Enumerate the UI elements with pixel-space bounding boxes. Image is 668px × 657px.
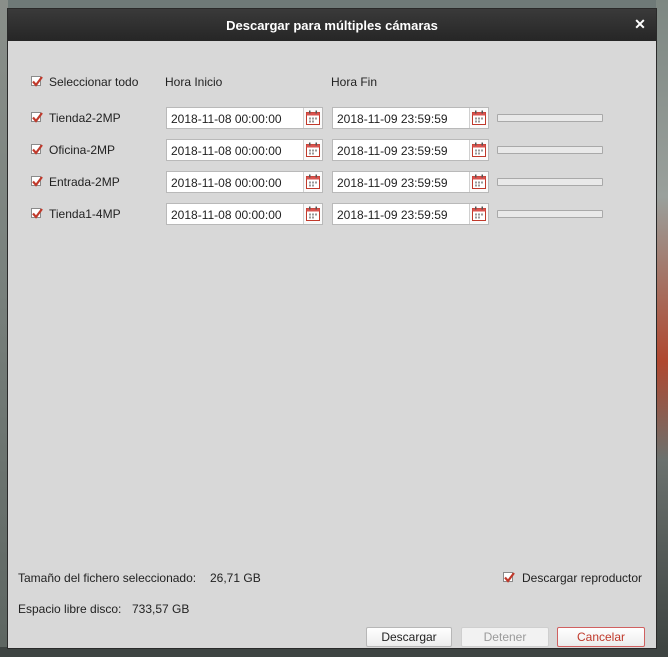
download-progress-bar <box>497 114 603 122</box>
download-progress-bar <box>497 146 603 154</box>
end-time-value: 2018-11-09 23:59:59 <box>337 208 448 222</box>
check-icon <box>32 112 43 123</box>
calendar-icon <box>306 110 320 125</box>
camera-checkbox[interactable] <box>31 112 43 123</box>
start-calendar-button[interactable] <box>303 204 322 224</box>
start-time-header: Hora Inicio <box>165 75 223 89</box>
calendar-icon <box>472 142 486 157</box>
background-bottom <box>0 647 668 657</box>
start-time-field[interactable]: 2018-11-08 00:00:00 <box>166 203 323 225</box>
camera-name: Tienda2-2MP <box>49 111 121 125</box>
cancel-button[interactable]: Cancelar <box>557 627 645 647</box>
check-icon <box>32 144 43 155</box>
camera-checkbox[interactable] <box>31 208 43 219</box>
download-button[interactable]: Descargar <box>366 627 452 647</box>
calendar-icon <box>472 174 486 189</box>
calendar-icon <box>472 206 486 221</box>
end-calendar-button[interactable] <box>469 204 488 224</box>
start-calendar-button[interactable] <box>303 140 322 160</box>
dialog-title: Descargar para múltiples cámaras <box>226 17 438 33</box>
select-all-label: Seleccionar todo <box>49 75 139 89</box>
check-icon <box>32 208 43 219</box>
camera-name: Oficina-2MP <box>49 143 116 157</box>
end-time-field[interactable]: 2018-11-09 23:59:59 <box>332 203 489 225</box>
download-dialog: Descargar para múltiples cámaras ✕ Selec… <box>8 9 656 648</box>
start-time-field[interactable]: 2018-11-08 00:00:00 <box>166 171 323 193</box>
file-size-value: 26,71 GB <box>210 571 261 585</box>
start-time-value: 2018-11-08 00:00:00 <box>171 208 282 222</box>
calendar-icon <box>472 110 486 125</box>
end-calendar-button[interactable] <box>469 108 488 128</box>
end-time-value: 2018-11-09 23:59:59 <box>337 112 448 126</box>
end-time-field[interactable]: 2018-11-09 23:59:59 <box>332 139 489 161</box>
camera-name: Entrada-2MP <box>49 175 120 189</box>
camera-checkbox[interactable] <box>31 144 43 155</box>
end-calendar-button[interactable] <box>469 140 488 160</box>
close-icon[interactable]: ✕ <box>633 17 647 31</box>
end-time-header: Hora Fin <box>331 75 378 89</box>
dialog-body: Seleccionar todo Hora Inicio Hora Fin Ti… <box>8 41 656 648</box>
start-time-value: 2018-11-08 00:00:00 <box>171 176 282 190</box>
start-calendar-button[interactable] <box>303 172 322 192</box>
background-right <box>656 0 668 657</box>
end-time-value: 2018-11-09 23:59:59 <box>337 176 448 190</box>
camera-checkbox[interactable] <box>31 176 43 187</box>
download-player-checkbox[interactable] <box>503 572 515 583</box>
end-calendar-button[interactable] <box>469 172 488 192</box>
calendar-icon <box>306 142 320 157</box>
download-player-label: Descargar reproductor <box>522 571 643 585</box>
free-space-label: Espacio libre disco: <box>18 602 122 616</box>
file-size-label: Tamaño del fichero seleccionado: <box>18 571 197 585</box>
background-left <box>0 0 8 657</box>
start-time-field[interactable]: 2018-11-08 00:00:00 <box>166 107 323 129</box>
select-all-checkbox[interactable] <box>31 76 43 87</box>
download-progress-bar <box>497 210 603 218</box>
calendar-icon <box>306 206 320 221</box>
check-icon <box>32 76 43 87</box>
end-time-field[interactable]: 2018-11-09 23:59:59 <box>332 171 489 193</box>
start-time-field[interactable]: 2018-11-08 00:00:00 <box>166 139 323 161</box>
title-bar: Descargar para múltiples cámaras ✕ <box>8 9 656 41</box>
end-time-value: 2018-11-09 23:59:59 <box>337 144 448 158</box>
stop-button[interactable]: Detener <box>461 627 549 647</box>
end-time-field[interactable]: 2018-11-09 23:59:59 <box>332 107 489 129</box>
free-space-value: 733,57 GB <box>132 602 190 616</box>
check-icon <box>32 176 43 187</box>
download-progress-bar <box>497 178 603 186</box>
start-time-value: 2018-11-08 00:00:00 <box>171 144 282 158</box>
camera-name: Tienda1-4MP <box>49 207 121 221</box>
start-time-value: 2018-11-08 00:00:00 <box>171 112 282 126</box>
calendar-icon <box>306 174 320 189</box>
check-icon <box>504 572 515 583</box>
start-calendar-button[interactable] <box>303 108 322 128</box>
